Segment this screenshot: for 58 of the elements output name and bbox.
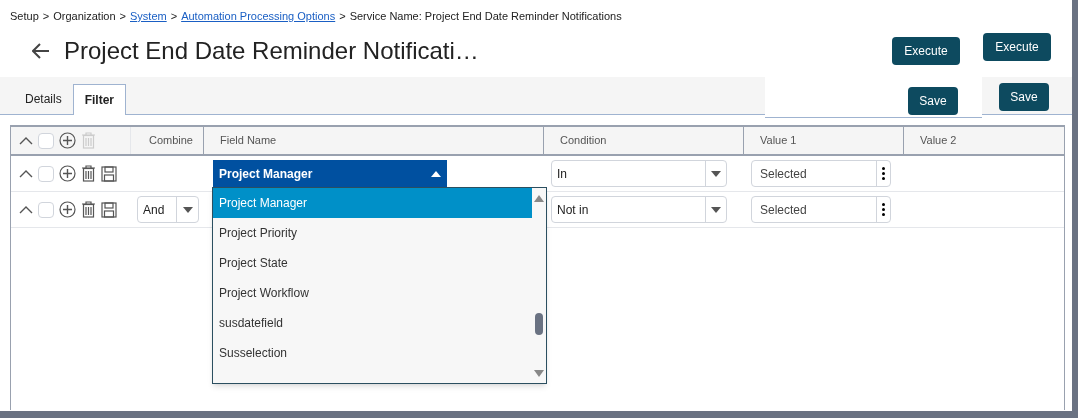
- scroll-down-icon[interactable]: [534, 370, 544, 377]
- window-scrollbar[interactable]: [0, 411, 1072, 418]
- caret-icon: [711, 170, 721, 177]
- dropdown-option[interactable]: Susselection: [213, 338, 532, 368]
- breadcrumb-text: Service Name: Project End Date Reminder Notifications: [349, 9, 622, 24]
- more-icon[interactable]: [882, 167, 885, 180]
- caret-icon: [431, 170, 441, 177]
- dropdown-option[interactable]: susdatefield: [213, 308, 532, 338]
- collapse-icon[interactable]: [19, 136, 33, 145]
- window-scrollbar[interactable]: [1072, 0, 1078, 418]
- breadcrumb-link[interactable]: System: [130, 8, 167, 25]
- execute-button[interactable]: Execute: [983, 33, 1051, 61]
- add-icon[interactable]: [59, 165, 76, 182]
- collapse-icon[interactable]: [19, 169, 33, 178]
- breadcrumb-text: Setup: [10, 9, 39, 24]
- combine-dropdown[interactable]: And: [137, 196, 199, 223]
- condition-dropdown[interactable]: Not in: [551, 196, 727, 223]
- dropdown-option[interactable]: Project Manager: [213, 188, 532, 218]
- breadcrumb-link[interactable]: Automation Processing Options: [181, 8, 336, 25]
- value-field[interactable]: Selected: [751, 196, 891, 223]
- add-icon[interactable]: [59, 132, 76, 149]
- column-header: Value 2: [903, 127, 1064, 154]
- save-icon[interactable]: [101, 165, 117, 182]
- breadcrumb-separator: >: [339, 9, 346, 24]
- delete-icon[interactable]: [81, 165, 96, 182]
- caret-icon: [711, 206, 721, 213]
- collapse-icon[interactable]: [19, 205, 33, 214]
- dropdown-option[interactable]: Project Workflow: [213, 278, 532, 308]
- execute-button[interactable]: Execute: [892, 37, 960, 65]
- add-icon[interactable]: [59, 201, 76, 218]
- breadcrumb-separator: >: [119, 9, 126, 24]
- column-header: Condition: [543, 127, 743, 154]
- row-checkbox[interactable]: [38, 201, 54, 218]
- column-header: Value 1: [743, 127, 903, 154]
- scroll-up-icon[interactable]: [534, 195, 544, 202]
- save-icon[interactable]: [101, 201, 117, 218]
- save-button[interactable]: Save: [908, 87, 958, 115]
- dropdown-option[interactable]: Project Priority: [213, 218, 532, 248]
- delete-icon[interactable]: [81, 201, 96, 218]
- save-button[interactable]: Save: [999, 83, 1049, 111]
- breadcrumb-separator: >: [170, 9, 178, 24]
- dropdown-option[interactable]: Project State: [213, 248, 532, 278]
- row-checkbox[interactable]: [38, 132, 54, 149]
- scrollbar-thumb[interactable]: [535, 313, 543, 335]
- value-field[interactable]: Selected: [751, 160, 891, 187]
- tab[interactable]: Details: [14, 83, 73, 114]
- field-name-dropdown[interactable]: Project Manager: [213, 160, 447, 187]
- page-title: Project End Date Reminder Notificati…: [64, 35, 479, 66]
- back-arrow-icon[interactable]: [32, 42, 50, 59]
- caret-icon: [182, 206, 193, 213]
- more-icon[interactable]: [882, 203, 885, 216]
- row-checkbox[interactable]: [38, 165, 54, 182]
- column-header: Combine: [147, 133, 194, 149]
- condition-dropdown[interactable]: In: [551, 160, 727, 187]
- breadcrumb-text: Organization: [53, 9, 116, 24]
- tab[interactable]: Filter: [72, 84, 127, 115]
- column-header: Field Name: [203, 127, 543, 154]
- breadcrumb-separator: >: [42, 9, 50, 24]
